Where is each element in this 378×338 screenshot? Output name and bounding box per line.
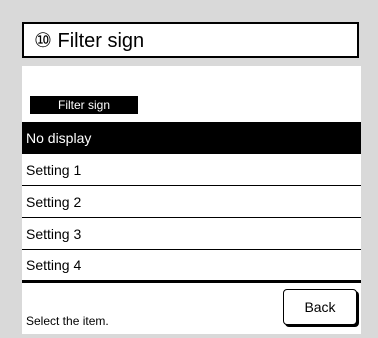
option-setting-1[interactable]: Setting 1 — [22, 154, 361, 186]
settings-screen: Filter sign No display Setting 1 Setting… — [22, 66, 361, 334]
back-button[interactable]: Back — [283, 289, 357, 325]
option-label: Setting 1 — [26, 161, 82, 178]
option-label: No display — [26, 129, 92, 146]
option-label: Setting 3 — [26, 225, 82, 242]
option-list: No display Setting 1 Setting 2 Setting 3… — [22, 122, 361, 283]
instruction-text: Select the item. — [26, 314, 109, 328]
option-label: Setting 2 — [26, 193, 82, 210]
section-label-text: Filter sign — [57, 98, 110, 112]
option-setting-4[interactable]: Setting 4 — [22, 250, 361, 283]
option-no-display[interactable]: No display — [22, 122, 361, 154]
option-setting-3[interactable]: Setting 3 — [22, 218, 361, 250]
option-setting-2[interactable]: Setting 2 — [22, 186, 361, 218]
page-title: ⑩ Filter sign — [22, 22, 359, 58]
option-label: Setting 4 — [26, 257, 82, 273]
section-label: Filter sign — [30, 96, 138, 114]
page-title-text: ⑩ Filter sign — [34, 29, 145, 52]
back-button-label: Back — [304, 299, 336, 315]
